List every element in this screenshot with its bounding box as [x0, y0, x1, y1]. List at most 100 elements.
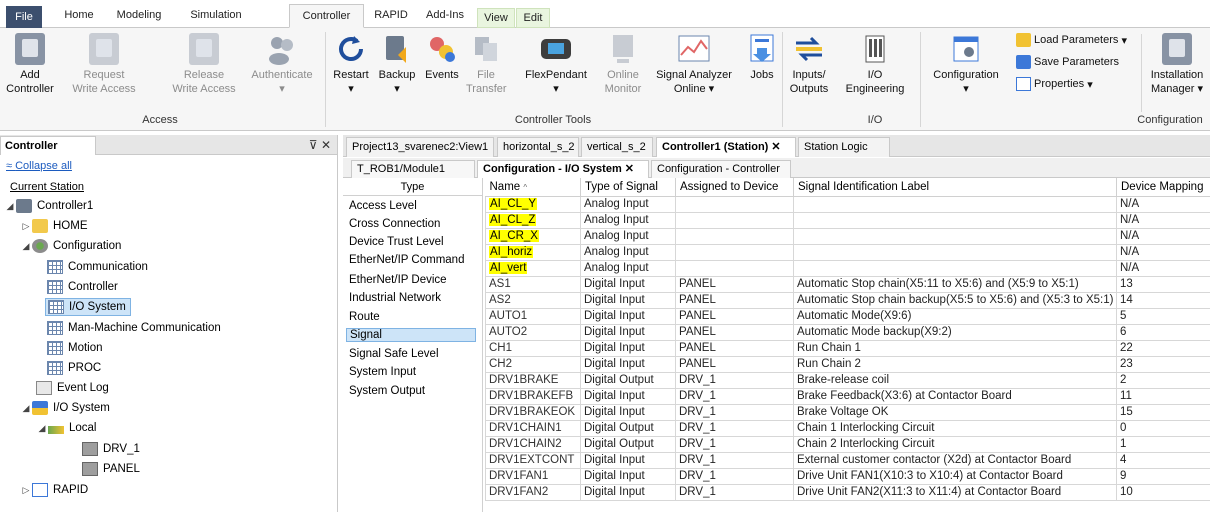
type-item-access-level[interactable]: Access Level: [349, 200, 417, 212]
tab-home[interactable]: Home: [55, 4, 103, 28]
signal-name-cell[interactable]: AS1: [485, 275, 581, 293]
tree-node-rapid[interactable]: ▷ RAPID: [20, 481, 88, 499]
assigned-device-cell[interactable]: PANEL: [675, 291, 794, 309]
assigned-device-cell[interactable]: [675, 195, 794, 213]
tree-node-panel[interactable]: PANEL: [82, 460, 140, 478]
table-row[interactable]: DRV1EXTCONT Digital Input DRV_1 External cu…: [485, 451, 1210, 469]
device-mapping-cell[interactable]: 23: [1116, 355, 1210, 373]
tab-t-rob1-module1[interactable]: T_ROB1/Module1: [351, 160, 475, 178]
table-row[interactable]: AI_vert Analog Input N/A: [485, 259, 1210, 277]
installation-manager-button[interactable]: Installation Manager ▾: [1144, 33, 1210, 96]
close-icon[interactable]: ✕: [321, 138, 331, 152]
table-row[interactable]: AUTO2 Digital Input PANEL Automatic Mode ba…: [485, 323, 1210, 341]
device-mapping-cell[interactable]: 5: [1116, 307, 1210, 325]
signal-name-cell[interactable]: DRV1FAN1: [485, 467, 581, 485]
column-header-device-mapping[interactable]: Device Mapping: [1116, 178, 1210, 197]
release-write-access-button[interactable]: Release Write Access: [168, 33, 240, 96]
type-item-system-output[interactable]: System Output: [349, 385, 425, 397]
device-mapping-cell[interactable]: 11: [1116, 387, 1210, 405]
online-monitor-button[interactable]: Online Monitor: [598, 33, 648, 96]
collapsed-icon[interactable]: ▷: [20, 485, 32, 496]
expand-icon[interactable]: ◢: [36, 423, 48, 434]
column-header-name[interactable]: Name ^: [485, 178, 581, 197]
add-controller-button[interactable]: Add Controller: [5, 33, 55, 96]
assigned-device-cell[interactable]: DRV_1: [675, 451, 794, 469]
signal-name-cell[interactable]: DRV1BRAKEFB: [485, 387, 581, 405]
signal-type-cell[interactable]: Digital Input: [580, 323, 676, 341]
signal-label-cell[interactable]: Brake Feedback(X3:6) at Contactor Board: [793, 387, 1117, 405]
assigned-device-cell[interactable]: PANEL: [675, 275, 794, 293]
signal-label-cell[interactable]: Chain 1 Interlocking Circuit: [793, 419, 1117, 437]
signal-type-cell[interactable]: Digital Input: [580, 291, 676, 309]
assigned-device-cell[interactable]: [675, 243, 794, 261]
tree-node-controller1[interactable]: ◢ Controller1: [4, 197, 93, 215]
events-button[interactable]: Events: [421, 33, 463, 82]
assigned-device-cell[interactable]: DRV_1: [675, 387, 794, 405]
signal-name-cell[interactable]: DRV1CHAIN1: [485, 419, 581, 437]
signal-type-cell[interactable]: Digital Input: [580, 339, 676, 357]
type-item-ethernetip-device[interactable]: EtherNet/IP Device: [349, 274, 447, 286]
signal-type-cell[interactable]: Analog Input: [580, 259, 676, 277]
type-item-signal-safe-level[interactable]: Signal Safe Level: [349, 348, 439, 360]
tab-horizontal-s-2[interactable]: horizontal_s_2: [497, 137, 579, 157]
signal-name-cell[interactable]: AI_vert: [485, 259, 581, 277]
table-row[interactable]: CH1 Digital Input PANEL Run Chain 1 22: [485, 339, 1210, 357]
signal-label-cell[interactable]: [793, 195, 1117, 213]
assigned-device-cell[interactable]: DRV_1: [675, 419, 794, 437]
table-row[interactable]: DRV1BRAKE Digital Output DRV_1 Brake-releas…: [485, 371, 1210, 389]
signal-name-cell[interactable]: DRV1CHAIN2: [485, 435, 581, 453]
tree-node-drv1[interactable]: DRV_1: [82, 440, 140, 458]
table-row[interactable]: DRV1BRAKEFB Digital Input DRV_1 Brake Feedb…: [485, 387, 1210, 405]
column-header-signal-label[interactable]: Signal Identification Label: [793, 178, 1117, 197]
backup-button[interactable]: Backup ▾: [375, 33, 419, 96]
signal-name-cell[interactable]: AUTO1: [485, 307, 581, 325]
signal-type-cell[interactable]: Analog Input: [580, 243, 676, 261]
table-row[interactable]: DRV1CHAIN2 Digital Output DRV_1 Chain 2 Int…: [485, 435, 1210, 453]
tree-node-configuration[interactable]: ◢ Configuration: [20, 237, 121, 255]
type-item-industrial-network[interactable]: Industrial Network: [349, 292, 441, 304]
device-mapping-cell[interactable]: 9: [1116, 467, 1210, 485]
request-write-access-button[interactable]: Request Write Access: [68, 33, 140, 96]
signal-type-cell[interactable]: Digital Input: [580, 467, 676, 485]
type-item-system-input[interactable]: System Input: [349, 366, 416, 378]
signal-name-cell[interactable]: CH2: [485, 355, 581, 373]
signal-label-cell[interactable]: [793, 259, 1117, 277]
table-row[interactable]: AI_CL_Z Analog Input N/A: [485, 211, 1210, 229]
column-header-type-of-signal[interactable]: Type of Signal: [580, 178, 676, 197]
tab-vertical-s-2[interactable]: vertical_s_2: [581, 137, 653, 157]
assigned-device-cell[interactable]: DRV_1: [675, 483, 794, 501]
pin-icon[interactable]: ⊽: [309, 138, 318, 152]
tree-node-home[interactable]: ▷ HOME: [20, 217, 88, 235]
signal-label-cell[interactable]: Chain 2 Interlocking Circuit: [793, 435, 1117, 453]
signal-type-cell[interactable]: Digital Output: [580, 435, 676, 453]
signal-type-cell[interactable]: Digital Input: [580, 355, 676, 373]
type-item-route[interactable]: Route: [349, 311, 380, 323]
tree-node-controller[interactable]: Controller: [47, 278, 118, 296]
device-mapping-cell[interactable]: 4: [1116, 451, 1210, 469]
signal-type-cell[interactable]: Digital Input: [580, 451, 676, 469]
signal-type-cell[interactable]: Digital Output: [580, 419, 676, 437]
signal-type-cell[interactable]: Digital Input: [580, 483, 676, 501]
signal-label-cell[interactable]: External customer contactor (X2d) at Con…: [793, 451, 1117, 469]
signal-type-cell[interactable]: Digital Input: [580, 387, 676, 405]
type-item-signal[interactable]: Signal: [346, 328, 476, 342]
device-mapping-cell[interactable]: 15: [1116, 403, 1210, 421]
device-mapping-cell[interactable]: N/A: [1116, 259, 1210, 277]
table-row[interactable]: AI_CL_Y Analog Input N/A: [485, 195, 1210, 213]
close-tab-icon[interactable]: ✕: [768, 141, 780, 153]
device-mapping-cell[interactable]: N/A: [1116, 195, 1210, 213]
signal-label-cell[interactable]: Automatic Mode backup(X9:2): [793, 323, 1117, 341]
type-item-device-trust-level[interactable]: Device Trust Level: [349, 236, 444, 248]
signal-name-cell[interactable]: AI_CL_Z: [485, 211, 581, 229]
device-mapping-cell[interactable]: 1: [1116, 435, 1210, 453]
signal-name-cell[interactable]: AS2: [485, 291, 581, 309]
signal-name-cell[interactable]: DRV1BRAKEOK: [485, 403, 581, 421]
tree-node-proc[interactable]: PROC: [47, 359, 101, 377]
signal-label-cell[interactable]: Drive Unit FAN1(X10:3 to X10:4) at Conta…: [793, 467, 1117, 485]
tree-node-man-machine-communication[interactable]: Man-Machine Communication: [47, 319, 221, 337]
assigned-device-cell[interactable]: PANEL: [675, 355, 794, 373]
tab-station-logic[interactable]: Station Logic: [798, 137, 890, 157]
assigned-device-cell[interactable]: [675, 227, 794, 245]
assigned-device-cell[interactable]: PANEL: [675, 307, 794, 325]
device-mapping-cell[interactable]: N/A: [1116, 243, 1210, 261]
